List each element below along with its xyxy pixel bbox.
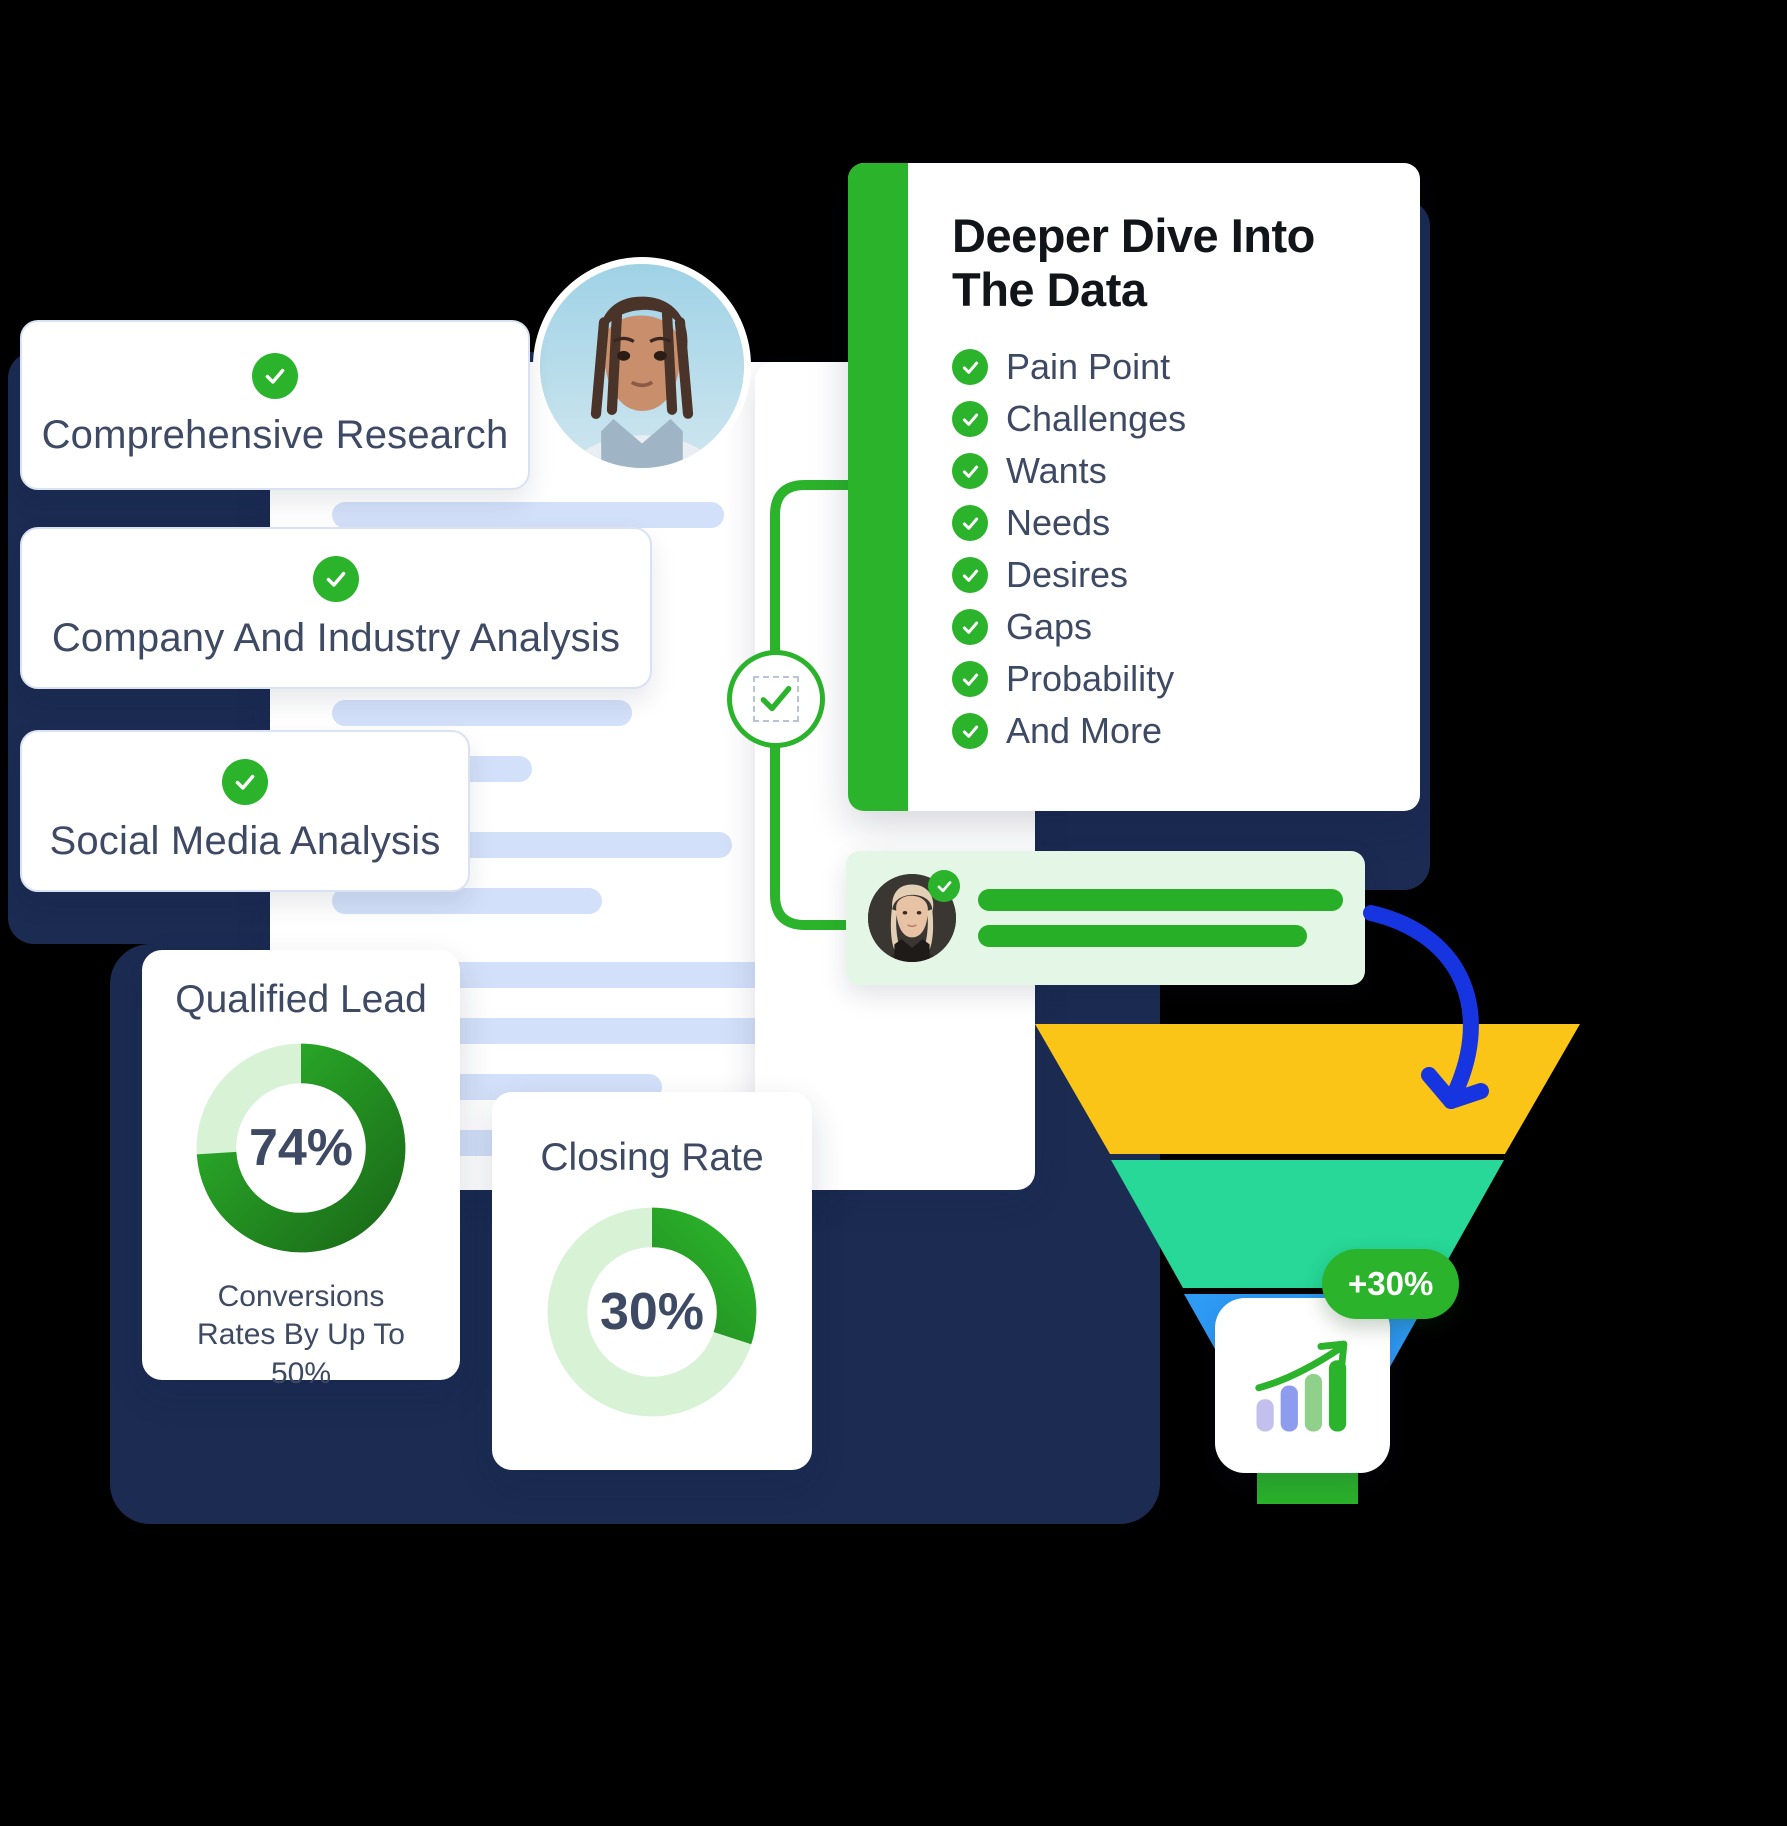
deeper-dive-item-label: Probability bbox=[1006, 658, 1175, 700]
curved-arrow-icon bbox=[1363, 905, 1489, 1109]
deeper-dive-item-label: Desires bbox=[1006, 554, 1129, 596]
metric-title: Qualified Lead bbox=[175, 978, 427, 1021]
deeper-dive-item: Needs bbox=[952, 497, 1390, 549]
check-circle-icon bbox=[952, 505, 988, 542]
deeper-dive-item-label: Challenges bbox=[1006, 398, 1187, 440]
deeper-dive-item-label: Pain Point bbox=[1006, 346, 1171, 388]
avatar bbox=[533, 257, 751, 475]
feature-card-comprehensive-research[interactable]: Comprehensive Research bbox=[20, 320, 530, 490]
placeholder-bar bbox=[332, 700, 632, 726]
check-circle-icon bbox=[952, 661, 988, 698]
verified-message-card bbox=[846, 851, 1365, 985]
donut-chart: 74% bbox=[193, 1040, 409, 1256]
deeper-dive-item-label: Needs bbox=[1006, 502, 1111, 544]
metric-caption: Conversions Rates By Up To 50% bbox=[197, 1280, 405, 1390]
check-circle-icon bbox=[952, 453, 988, 490]
feature-card-label: Company And Industry Analysis bbox=[51, 615, 621, 660]
woman-portrait-avatar bbox=[540, 264, 744, 468]
deeper-dive-item-label: Gaps bbox=[1006, 606, 1093, 648]
check-circle-icon bbox=[952, 401, 988, 438]
deeper-dive-item: Desires bbox=[952, 549, 1390, 601]
check-circle-icon bbox=[952, 349, 988, 386]
feature-card-label: Comprehensive Research bbox=[41, 412, 509, 457]
placeholder-bar bbox=[332, 502, 724, 528]
deeper-dive-body: Deeper Dive Into The Data Pain Point Chal… bbox=[908, 163, 1420, 811]
metric-value: 74% bbox=[248, 1119, 354, 1177]
deeper-dive-list: Pain Point Challenges Wants Needs Desires Gap… bbox=[952, 341, 1390, 757]
deeper-dive-card: Deeper Dive Into The Data Pain Point Chal… bbox=[848, 163, 1420, 811]
feature-card-label: Social Media Analysis bbox=[49, 818, 441, 863]
check-icon bbox=[753, 676, 799, 722]
donut-chart: 30% bbox=[544, 1204, 760, 1420]
message-line bbox=[978, 889, 1343, 911]
message-lines bbox=[978, 889, 1343, 947]
metric-card-qualified-lead: Qualified Lead 74% Conversions Rates By … bbox=[142, 950, 460, 1390]
deeper-dive-item-label: And More bbox=[1006, 710, 1163, 752]
check-circle-icon bbox=[952, 557, 988, 594]
deeper-dive-item: Wants bbox=[952, 445, 1390, 497]
metric-value: 30% bbox=[599, 1283, 705, 1341]
deeper-dive-item: Gaps bbox=[952, 601, 1390, 653]
illustration-canvas: Comprehensive Research Company And Indus… bbox=[0, 0, 1787, 1826]
deeper-dive-item: And More bbox=[952, 705, 1390, 757]
deeper-dive-item: Challenges bbox=[952, 393, 1390, 445]
metric-card-closing-rate: Closing Rate 30% bbox=[492, 1092, 812, 1470]
check-circle-icon bbox=[952, 713, 988, 750]
growth-icon-card bbox=[1215, 1298, 1390, 1473]
check-circle-icon bbox=[222, 758, 268, 805]
deeper-dive-item: Pain Point bbox=[952, 341, 1390, 393]
bar-chart-growth-icon bbox=[1255, 1340, 1348, 1432]
message-avatar-wrap bbox=[868, 870, 960, 962]
deeper-dive-item-label: Wants bbox=[1006, 450, 1107, 492]
feature-card-company-industry-analysis[interactable]: Company And Industry Analysis bbox=[20, 527, 652, 689]
check-circle-icon bbox=[313, 555, 359, 602]
message-line bbox=[978, 925, 1307, 947]
check-circle-icon bbox=[928, 870, 960, 902]
check-circle-icon bbox=[952, 609, 988, 646]
deeper-dive-title: Deeper Dive Into The Data bbox=[952, 209, 1315, 317]
deeper-dive-item: Probability bbox=[952, 653, 1390, 705]
growth-badge: +30% bbox=[1322, 1249, 1460, 1319]
accent-bar bbox=[848, 163, 908, 811]
metric-title: Closing Rate bbox=[540, 1136, 764, 1179]
connector-check-node[interactable] bbox=[727, 650, 825, 748]
check-circle-icon bbox=[252, 352, 298, 399]
feature-card-social-media-analysis[interactable]: Social Media Analysis bbox=[20, 730, 470, 892]
